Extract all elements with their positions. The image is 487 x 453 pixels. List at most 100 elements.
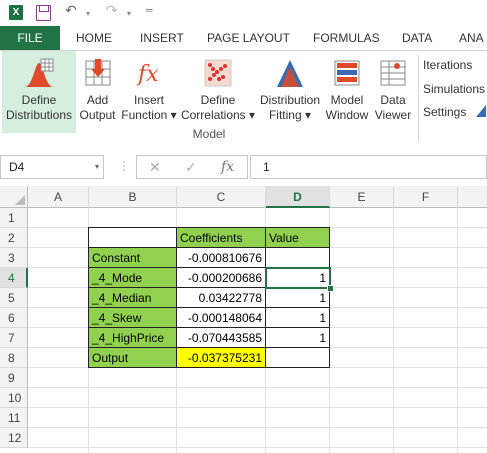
data-viewer-button[interactable]: Data Viewer [371, 51, 415, 133]
redo-dropdown-icon[interactable]: ▾ [127, 9, 131, 18]
column-header-c[interactable]: C [177, 186, 266, 208]
row-header-12[interactable]: 12 [0, 428, 28, 448]
row-header-1[interactable]: 1 [0, 208, 28, 228]
insert-function-icon[interactable]: fx [221, 159, 234, 175]
coef-4-skew[interactable]: -0.000148064 [177, 308, 266, 328]
redo-icon[interactable]: ↷ [106, 2, 118, 19]
function-icon: fx [136, 62, 159, 87]
coef-output[interactable]: -0.037375231 [177, 348, 266, 368]
simulations-control[interactable]: Simulations [423, 82, 485, 96]
tab-page-layout[interactable]: PAGE LAYOUT [207, 26, 290, 50]
cancel-icon[interactable]: ✕ [149, 159, 161, 176]
distribution-fitting-label-1: Distribution [259, 93, 321, 107]
ribbon-tabs: FILE HOME INSERT PAGE LAYOUT FORMULAS DA… [0, 26, 487, 50]
name-box-dropdown-icon[interactable]: ▾ [95, 156, 99, 178]
coef-4-highprice[interactable]: -0.070443585 [177, 328, 266, 348]
column-header-f[interactable]: F [394, 186, 458, 208]
svg-text:fx: fx [136, 62, 159, 87]
row-header-5[interactable]: 5 [0, 288, 28, 308]
define-distributions-button[interactable]: Define Distributions [2, 51, 76, 133]
label-4-median[interactable]: _4_Median [89, 288, 177, 308]
add-output-label-2: Output [79, 108, 116, 122]
define-correlations-label-1: Define [200, 93, 236, 107]
label-constant[interactable]: Constant [89, 248, 177, 268]
save-icon[interactable] [36, 5, 51, 21]
distribution-icon [25, 58, 54, 87]
row-header-2[interactable]: 2 [0, 228, 28, 248]
settings-icon[interactable] [474, 103, 487, 119]
distribution-fitting-button[interactable]: Distribution Fitting ▾ [257, 51, 323, 133]
add-output-icon [85, 59, 110, 86]
cell-b2[interactable] [89, 228, 177, 248]
coefficients-header[interactable]: Coefficients [177, 228, 266, 248]
coef-constant[interactable]: -0.000810676 [177, 248, 266, 268]
ribbon-separator [418, 55, 419, 141]
row-header-11[interactable]: 11 [0, 408, 28, 428]
correlations-icon [204, 59, 232, 87]
distribution-fitting-label-2: Fitting ▾ [268, 108, 312, 122]
formula-buttons: ✕ ✓ fx [136, 155, 248, 179]
coef-4-median[interactable]: 0.03422778 [177, 288, 266, 308]
define-distributions-label-1: Define [21, 93, 57, 107]
tab-file[interactable]: FILE [0, 26, 60, 50]
active-cell-selection [265, 267, 331, 289]
column-header-d[interactable]: D [266, 186, 330, 208]
fill-handle[interactable] [327, 285, 334, 292]
tab-insert[interactable]: INSERT [140, 26, 184, 50]
tab-formulas[interactable]: FORMULAS [313, 26, 380, 50]
settings-button[interactable]: Settings [423, 105, 466, 119]
insert-function-label-1: Insert [133, 93, 164, 107]
column-header-g[interactable] [458, 186, 487, 208]
tab-data[interactable]: DATA [402, 26, 432, 50]
insert-function-label-2: Function ▾ [121, 108, 177, 122]
row-header-9[interactable]: 9 [0, 368, 28, 388]
formula-input[interactable]: 1 [250, 155, 487, 179]
add-output-label-1: Add [86, 93, 109, 107]
row-header-7[interactable]: 7 [0, 328, 28, 348]
value-constant[interactable] [266, 248, 330, 268]
add-output-button[interactable]: Add Output [77, 51, 118, 133]
model-group-label: Model [192, 127, 226, 141]
insert-function-button[interactable]: fx Insert Function ▾ [119, 51, 179, 133]
label-output[interactable]: Output [89, 348, 177, 368]
model-window-button[interactable]: Model Window [324, 51, 370, 133]
coef-4-mode[interactable]: -0.000200686 [177, 268, 266, 288]
value-4-median[interactable]: 1 [266, 288, 330, 308]
value-header[interactable]: Value [266, 228, 330, 248]
row-header-8[interactable]: 8 [0, 348, 28, 368]
spreadsheet-grid: A B C D E F 1 2 3 4 5 6 7 8 9 10 11 12 C… [0, 186, 487, 453]
data-viewer-label-1: Data [380, 93, 406, 107]
undo-icon[interactable]: ↶ [65, 2, 77, 19]
label-4-skew[interactable]: _4_Skew [89, 308, 177, 328]
define-correlations-label-2: Correlations ▾ [180, 108, 256, 122]
undo-dropdown-icon[interactable]: ▾ [86, 9, 90, 18]
row-header-10[interactable]: 10 [0, 388, 28, 408]
row-header-3[interactable]: 3 [0, 248, 28, 268]
enter-icon[interactable]: ✓ [185, 159, 197, 176]
name-box[interactable]: D4 ▾ [0, 155, 104, 179]
value-4-skew[interactable]: 1 [266, 308, 330, 328]
define-distributions-label-2: Distributions [5, 108, 73, 122]
excel-app-icon[interactable]: X [9, 5, 23, 20]
column-header-a[interactable]: A [28, 186, 89, 208]
value-4-highprice[interactable]: 1 [266, 328, 330, 348]
ribbon-body: Define Distributions Add Output fx Inser… [0, 50, 487, 150]
select-all-corner[interactable] [0, 186, 28, 208]
tab-analyze[interactable]: ANA [459, 26, 484, 50]
quick-access-toolbar: X ↶ ▾ ↷ ▾ ═ [0, 0, 487, 26]
customize-toolbar-icon[interactable]: ═ [146, 5, 152, 15]
value-output[interactable] [266, 348, 330, 368]
row-header-4[interactable]: 4 [0, 268, 28, 288]
formula-bar-grip-icon: ⋮ [118, 159, 130, 173]
model-window-icon [334, 60, 360, 86]
label-4-mode[interactable]: _4_Mode [89, 268, 177, 288]
label-4-highprice[interactable]: _4_HighPrice [89, 328, 177, 348]
model-window-label-1: Model [330, 93, 364, 107]
iterations-control[interactable]: Iterations [423, 58, 472, 72]
row-header-6[interactable]: 6 [0, 308, 28, 328]
tab-home[interactable]: HOME [76, 26, 112, 50]
column-header-e[interactable]: E [330, 186, 394, 208]
model-window-label-2: Window [325, 108, 369, 122]
define-correlations-button[interactable]: Define Correlations ▾ [180, 51, 256, 133]
column-header-b[interactable]: B [89, 186, 177, 208]
